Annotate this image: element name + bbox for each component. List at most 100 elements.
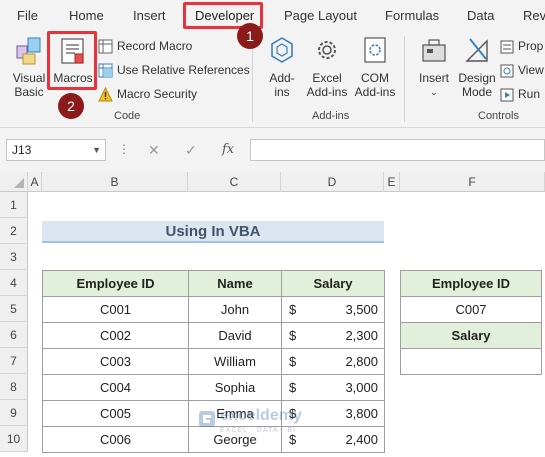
lookup-employee-id-value[interactable]: C007	[400, 296, 542, 323]
addins-button[interactable]: Add- ins	[262, 34, 302, 99]
excel-addins-button[interactable]: Excel Add-ins	[304, 34, 350, 99]
salary-amount: 3,500	[345, 302, 378, 317]
name-box-value: J13	[12, 143, 32, 157]
formula-input[interactable]	[250, 139, 545, 161]
tab-home[interactable]: Home	[69, 0, 104, 30]
currency-symbol: $	[289, 406, 297, 421]
cell-salary[interactable]: $2,300	[281, 322, 385, 349]
worksheet-grid[interactable]: A B C D E F 1 2 3 4 5 6 7 8 9 10 Using I…	[0, 172, 545, 457]
cell-name[interactable]: William	[188, 348, 282, 375]
column-header[interactable]: F	[400, 172, 545, 192]
formula-bar: J13 ▼ ⋮ ✕ ✓ fx	[0, 128, 545, 172]
tab-formulas[interactable]: Formulas	[385, 0, 439, 30]
column-header[interactable]: C	[188, 172, 281, 192]
warning-icon	[98, 87, 113, 102]
use-relative-references-button[interactable]: Use Relative References	[98, 60, 250, 80]
cell-employee-id[interactable]: C001	[42, 296, 189, 323]
properties-button[interactable]: Prop	[500, 36, 543, 56]
cell-employee-id[interactable]: C003	[42, 348, 189, 375]
row-header[interactable]: 3	[0, 244, 28, 270]
name-box[interactable]: J13 ▼	[6, 139, 106, 161]
cell-salary[interactable]: $3,000	[281, 374, 385, 401]
tab-page-layout[interactable]: Page Layout	[284, 0, 357, 30]
cell-name[interactable]: John	[188, 296, 282, 323]
column-header[interactable]: B	[42, 172, 188, 192]
gear-icon	[318, 41, 336, 59]
cell-salary[interactable]: $2,800	[281, 348, 385, 375]
table-header-name[interactable]: Name	[188, 270, 282, 297]
currency-symbol: $	[289, 354, 297, 369]
row-header[interactable]: 1	[0, 192, 28, 218]
cell-salary[interactable]: $3,800	[281, 400, 385, 427]
tab-review[interactable]: Rev	[523, 0, 545, 30]
salary-amount: 3,000	[345, 380, 378, 395]
column-header[interactable]: A	[28, 172, 42, 192]
insert-control-button[interactable]: Insert ⌄	[414, 34, 454, 99]
design-mode-button[interactable]: Design Mode	[456, 34, 498, 99]
row-header[interactable]: 10	[0, 426, 28, 452]
salary-amount: 2,400	[345, 432, 378, 447]
lookup-header-salary[interactable]: Salary	[400, 322, 542, 349]
cell-employee-id[interactable]: C005	[42, 400, 189, 427]
macros-highlight-box	[47, 31, 97, 90]
use-relative-references-label: Use Relative References	[117, 63, 250, 77]
lookup-header-employee-id[interactable]: Employee ID	[400, 270, 542, 297]
cell-employee-id[interactable]: C006	[42, 426, 189, 453]
chevron-down-icon: ⌄	[430, 87, 438, 97]
salary-amount: 2,800	[345, 354, 378, 369]
cell-employee-id[interactable]: C004	[42, 374, 189, 401]
cancel-icon[interactable]: ✕	[148, 142, 160, 159]
cell-salary[interactable]: $2,400	[281, 426, 385, 453]
group-separator	[404, 36, 405, 122]
addins-icon	[271, 37, 293, 63]
chevron-down-icon[interactable]: ▼	[92, 140, 101, 160]
row-header[interactable]: 9	[0, 400, 28, 426]
insert-function-icon[interactable]: fx	[222, 142, 234, 157]
row-header[interactable]: 8	[0, 374, 28, 400]
select-all-corner[interactable]	[0, 172, 28, 192]
code-group-label: Code	[114, 110, 141, 122]
lookup-salary-value[interactable]	[400, 348, 542, 375]
macro-security-button[interactable]: Macro Security	[98, 84, 197, 104]
ribbon-tabs: File Home Insert Developer Page Layout F…	[0, 0, 545, 30]
visual-basic-icon	[16, 37, 41, 65]
row-header[interactable]: 2	[0, 218, 28, 244]
tab-data[interactable]: Data	[467, 0, 494, 30]
view-code-label: View	[518, 63, 544, 77]
properties-icon	[500, 40, 514, 54]
cell-name[interactable]: George	[188, 426, 282, 453]
currency-symbol: $	[289, 302, 297, 317]
currency-symbol: $	[289, 380, 297, 395]
cell-salary[interactable]: $3,500	[281, 296, 385, 323]
sheet-title[interactable]: Using In VBA	[42, 221, 384, 243]
tab-file[interactable]: File	[17, 0, 38, 30]
tab-insert[interactable]: Insert	[133, 0, 166, 30]
row-header[interactable]: 7	[0, 348, 28, 374]
record-macro-icon	[98, 39, 113, 54]
table-header-employee-id[interactable]: Employee ID	[42, 270, 189, 297]
record-macro-button[interactable]: Record Macro	[98, 36, 192, 56]
enter-icon[interactable]: ✓	[185, 142, 197, 159]
column-header[interactable]: D	[281, 172, 384, 192]
record-macro-label: Record Macro	[117, 39, 193, 53]
design-mode-icon	[465, 38, 488, 62]
run-dialog-icon	[500, 88, 514, 102]
row-header[interactable]: 4	[0, 270, 28, 296]
visual-basic-button[interactable]: Visual Basic	[8, 34, 50, 99]
design-mode-label-1: Design	[458, 71, 496, 85]
row-header[interactable]: 5	[0, 296, 28, 322]
cell-name[interactable]: David	[188, 322, 282, 349]
run-dialog-button[interactable]: Run	[500, 84, 540, 104]
properties-label: Prop	[518, 39, 544, 53]
select-all-icon	[14, 178, 24, 188]
column-header[interactable]: E	[384, 172, 400, 192]
cell-name[interactable]: Sophia	[188, 374, 282, 401]
cell-name[interactable]: Emma	[188, 400, 282, 427]
row-header[interactable]: 6	[0, 322, 28, 348]
cell-employee-id[interactable]: C002	[42, 322, 189, 349]
view-code-button[interactable]: View	[500, 60, 544, 80]
com-addins-icon	[364, 37, 386, 63]
com-addins-button[interactable]: COM Add-ins	[352, 34, 398, 99]
run-dialog-label: Run	[518, 87, 541, 101]
table-header-salary[interactable]: Salary	[281, 270, 385, 297]
